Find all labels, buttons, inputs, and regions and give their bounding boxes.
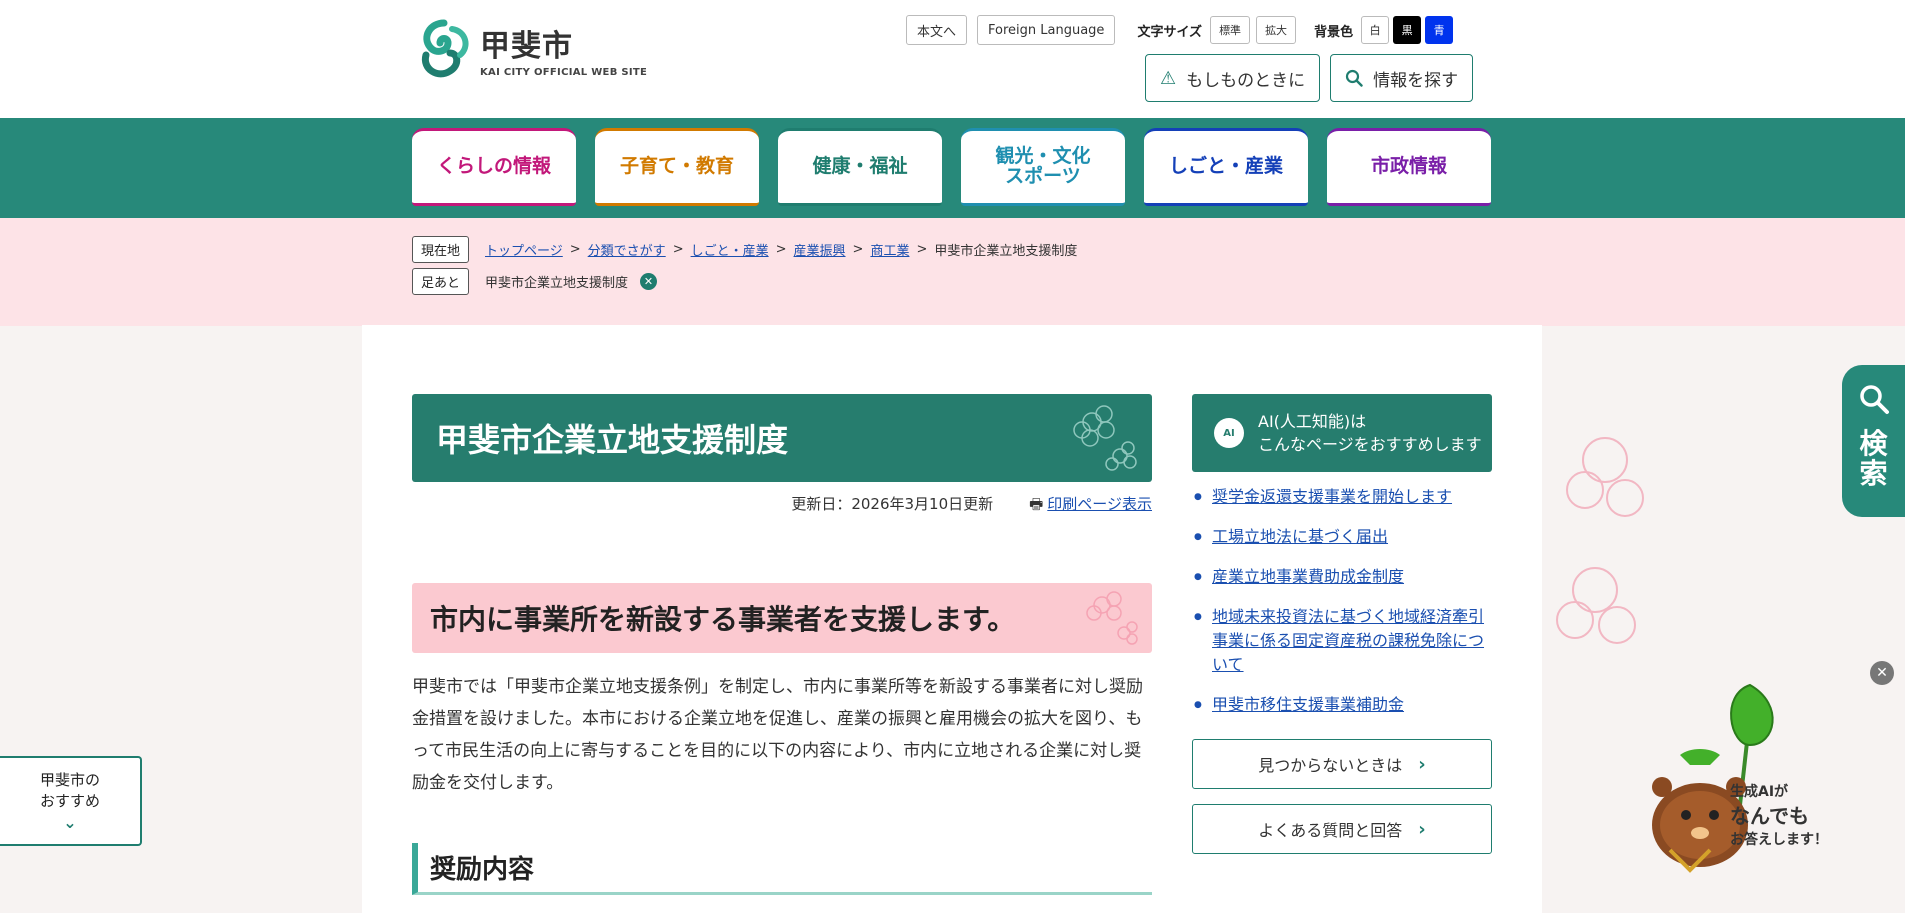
mascot-line-2: なんでも (1730, 804, 1809, 828)
nav-item-3[interactable]: 健康・福祉 (778, 128, 942, 206)
breadcrumb-link[interactable]: 分類でさがす (588, 240, 666, 259)
mascot-caption[interactable]: 生成AIが なんでも お答えします！ (1730, 780, 1828, 852)
emergency-label: もしものときに (1186, 70, 1306, 91)
flower-decoration-icon (1073, 405, 1137, 471)
font-size-label: 文字サイズ (1137, 24, 1203, 40)
subsection-heading: 奨励内容 (412, 843, 1152, 895)
bg-blue-button[interactable]: 青 (1425, 16, 1454, 44)
printer-icon: 🖶 (1029, 495, 1044, 513)
warning-icon: ⚠ (1160, 67, 1177, 89)
recommended-item: 産業立地事業費助成金制度 (1192, 565, 1492, 589)
search-icon (1346, 69, 1363, 87)
print-page-link[interactable]: 🖶 印刷ページ表示 (1029, 493, 1152, 519)
nav-item-4[interactable]: 観光・文化 スポーツ (961, 128, 1125, 206)
font-large-button[interactable]: 拡大 (1256, 16, 1297, 44)
recommended-item: 甲斐市移住支援事業補助金 (1192, 693, 1492, 717)
global-nav: くらしの情報 子育て・教育 健康・福祉 観光・文化 スポーツ しごと・産業 市政情報 (0, 118, 1905, 218)
recommended-link[interactable]: 甲斐市移住支援事業補助金 (1212, 695, 1404, 714)
breadcrumb-separator: > (916, 242, 928, 257)
breadcrumb-link[interactable]: 産業振興 (794, 240, 846, 259)
recommended-item: 奨学金返還支援事業を開始します (1192, 485, 1492, 509)
updated-date: 更新日：2026年3月10日更新 (791, 495, 994, 513)
breadcrumb: 現在地 トップページ > 分類でさがす > しごと・産業 > 産業振興 > 商工業 > 甲斐市企業立… (412, 236, 1077, 263)
kai-city-logo-icon (421, 19, 469, 77)
print-page-label: 印刷ページ表示 (1047, 495, 1152, 513)
chevron-right-icon: › (1418, 753, 1426, 775)
find-info-button[interactable]: 情報を探す (1330, 54, 1474, 102)
breadcrumb-separator: > (569, 242, 581, 257)
logo-title: 甲斐市 (480, 29, 573, 64)
body-paragraph: 甲斐市では「甲斐市企業立地支援条例」を制定し、市内に事業所等を新設する事業者に対… (412, 677, 1143, 793)
find-info-label: 情報を探す (1373, 70, 1459, 91)
font-standard-button[interactable]: 標準 (1210, 16, 1251, 44)
utility-bar: 本文へ Foreign Language 文字サイズ 標準 拡大 背景色 白 黒… (906, 14, 1457, 46)
page-title: 甲斐市企業立地支援制度 (412, 394, 1152, 482)
main-content: 甲斐市企業立地支援制度 更新日：2026年3月10日更新 🖶 印刷ページ表示 市内… (362, 325, 1542, 913)
breadcrumb-area: 現在地 トップページ > 分類でさがす > しごと・産業 > 産業振興 > 商工業 > 甲斐市企業立… (0, 218, 1905, 326)
ai-line-2: こんなページをおすすめします (1258, 435, 1482, 454)
search-word-char: 検 (1859, 427, 1888, 460)
site-logo[interactable]: 甲斐市 KAI CITY OFFICIAL WEB SITE (412, 12, 652, 87)
breadcrumb-separator: > (672, 242, 684, 257)
not-found-button[interactable]: 見つからないときは › (1192, 739, 1492, 789)
bg-white-button[interactable]: 白 (1361, 16, 1390, 44)
logo-subtitle: KAI CITY OFFICIAL WEB SITE (480, 67, 648, 78)
recommended-link[interactable]: 奨学金返還支援事業を開始します (1212, 487, 1452, 506)
not-found-label: 見つからないときは (1258, 756, 1403, 775)
emergency-button[interactable]: ⚠ もしものときに (1145, 54, 1321, 102)
ai-head-icon: AI (1214, 418, 1244, 448)
recommended-link[interactable]: 地域未来投資法に基づく地域経済牽引事業に係る固定資産税の課税免除について (1212, 607, 1484, 674)
nav-item-2[interactable]: 子育て・教育 (595, 128, 759, 206)
bg-black-button[interactable]: 黒 (1393, 16, 1422, 44)
mascot-line-3: お答えします！ (1730, 832, 1828, 848)
reco-line-2: おすすめ (39, 791, 100, 810)
mascot-line-1: 生成AIが (1730, 784, 1789, 800)
breadcrumb-link[interactable]: しごと・産業 (691, 240, 769, 259)
breadcrumb-link[interactable]: トップページ (485, 240, 563, 259)
nav-item-1[interactable]: くらしの情報 (412, 128, 576, 206)
update-info: 更新日：2026年3月10日更新 🖶 印刷ページ表示 (412, 493, 1152, 519)
close-icon[interactable]: ✕ (640, 273, 658, 290)
page-title-text: 甲斐市企業立地支援制度 (436, 421, 789, 459)
recommended-item: 工場立地法に基づく届出 (1192, 525, 1492, 549)
chevron-down-icon: ⌄ (63, 812, 77, 832)
nav-item-5[interactable]: しごと・産業 (1144, 128, 1308, 206)
breadcrumb-separator: > (775, 242, 787, 257)
breadcrumb-link[interactable]: 商工業 (870, 240, 909, 259)
reco-line-1: 甲斐市の (39, 770, 100, 789)
ai-line-1: AI(人工知能)は (1258, 412, 1367, 431)
history-trail: 足あと 甲斐市企業立地支援制度 ✕ (412, 268, 658, 295)
current-location-label: 現在地 (412, 236, 470, 263)
flower-decoration-icon (1086, 591, 1138, 645)
section-heading: 市内に事業所を新設する事業者を支援します。 (412, 583, 1152, 653)
section-heading-text: 市内に事業所を新設する事業者を支援します。 (430, 603, 1016, 636)
search-word: 検索 (1859, 429, 1887, 489)
skip-to-content-button[interactable]: 本文へ (906, 15, 968, 45)
recommended-link[interactable]: 工場立地法に基づく届出 (1212, 527, 1388, 546)
header-actions: ⚠ もしものときに 情報を探す (1145, 54, 1483, 102)
nav-item-6[interactable]: 市政情報 (1327, 128, 1491, 206)
search-word-char: 索 (1859, 457, 1888, 490)
history-label: 足あと (412, 268, 470, 295)
recommended-link[interactable]: 産業立地事業費助成金制度 (1212, 567, 1404, 586)
breadcrumb-current: 甲斐市企業立地支援制度 (934, 244, 1078, 259)
floating-search-tab[interactable]: 検索 (1842, 365, 1905, 517)
city-recommend-tab[interactable]: 甲斐市の おすすめ ⌄ (0, 756, 142, 846)
faq-label: よくある質問と回答 (1258, 821, 1403, 840)
foreign-language-button[interactable]: Foreign Language (977, 15, 1116, 45)
ai-recommend-header: AI AI(人工知能)は こんなページをおすすめします (1192, 394, 1492, 472)
sakura-decoration-icon (1556, 437, 1644, 644)
faq-button[interactable]: よくある質問と回答 › (1192, 804, 1492, 854)
history-item[interactable]: 甲斐市企業立地支援制度 (485, 272, 628, 291)
background-color-label: 背景色 (1314, 24, 1354, 40)
search-icon (1859, 385, 1889, 414)
breadcrumb-separator: > (852, 242, 864, 257)
chevron-right-icon: › (1418, 818, 1426, 840)
recommended-links: 奨学金返還支援事業を開始します工場立地法に基づく届出産業立地事業費助成金制度地域… (1192, 485, 1492, 733)
site-header: 甲斐市 KAI CITY OFFICIAL WEB SITE 本文へ Forei… (0, 0, 1905, 118)
recommended-item: 地域未来投資法に基づく地域経済牽引事業に係る固定資産税の課税免除について (1192, 605, 1492, 677)
